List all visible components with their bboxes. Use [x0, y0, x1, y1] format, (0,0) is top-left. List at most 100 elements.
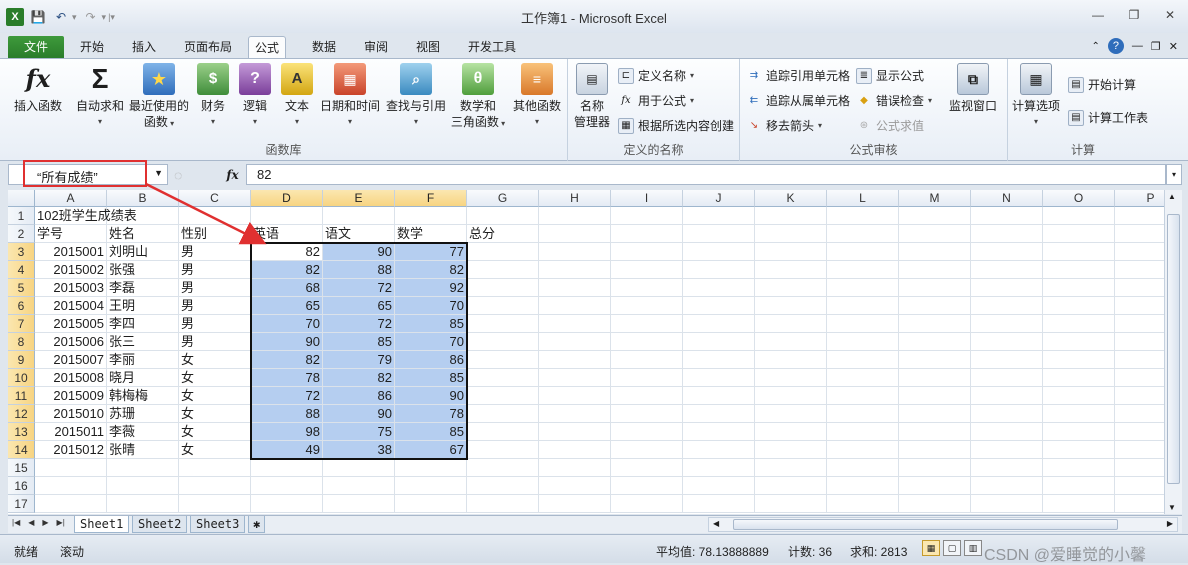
student-id-cell[interactable]: 2015006 — [35, 333, 107, 351]
worksheet-grid[interactable]: ABCDEFGHIJKLMNOP 1 2 3 4 5 6 7 8 9 10 11 12 13 14 15 16… — [8, 190, 1164, 514]
sheet-title-cell[interactable]: 102班学生成绩表 — [35, 207, 137, 225]
financial-button[interactable]: $ 财务 ▾ — [196, 63, 230, 130]
tab-insert[interactable]: 插入 — [126, 36, 162, 58]
insert-function-button[interactable]: fx 插入函数 — [12, 63, 64, 114]
tab-review[interactable]: 审阅 — [358, 36, 394, 58]
grid-cell[interactable] — [611, 441, 683, 459]
grid-cell[interactable] — [899, 351, 971, 369]
horizontal-scrollbar[interactable]: ◀ ▶ — [708, 517, 1178, 532]
grid-cell[interactable] — [683, 333, 755, 351]
grid-cell[interactable] — [1115, 333, 1164, 351]
workbook-restore-icon[interactable]: ❐ — [1151, 40, 1161, 53]
grid-cell[interactable] — [827, 477, 899, 495]
score-cell[interactable]: 78 — [251, 369, 323, 387]
student-id-cell[interactable]: 2015010 — [35, 405, 107, 423]
grid-cell[interactable] — [1115, 207, 1164, 225]
row-header-8[interactable]: 8 — [8, 333, 35, 351]
gender-cell[interactable]: 女 — [179, 369, 251, 387]
gender-cell[interactable]: 男 — [179, 333, 251, 351]
score-cell[interactable]: 72 — [251, 387, 323, 405]
score-cell[interactable]: 68 — [251, 279, 323, 297]
calculate-now-button[interactable]: ▤ 开始计算 — [1068, 76, 1136, 93]
student-name-cell[interactable]: 王明 — [107, 297, 179, 315]
tab-data[interactable]: 数据 — [306, 36, 342, 58]
grid-cell[interactable] — [1043, 477, 1115, 495]
grid-cell[interactable] — [827, 495, 899, 513]
grid-cell[interactable] — [755, 225, 827, 243]
grid-cell[interactable] — [1043, 495, 1115, 513]
column-header-b[interactable]: B — [107, 190, 179, 207]
grid-cell[interactable] — [467, 459, 539, 477]
grid-cell[interactable] — [683, 495, 755, 513]
scroll-down-icon[interactable]: ▼ — [1168, 503, 1176, 512]
tab-home[interactable]: 开始 — [74, 36, 110, 58]
grid-cell[interactable] — [827, 441, 899, 459]
grid-cell[interactable] — [611, 351, 683, 369]
datetime-button[interactable]: ▦ 日期和时间 ▾ — [318, 63, 382, 130]
grid-cell[interactable] — [683, 441, 755, 459]
grid-cell[interactable] — [1043, 351, 1115, 369]
grid-cell[interactable] — [683, 459, 755, 477]
restore-button[interactable]: ❐ — [1122, 6, 1146, 24]
header-cell[interactable]: 数学 — [395, 225, 467, 243]
grid-cell[interactable] — [971, 423, 1043, 441]
grid-cell[interactable] — [539, 459, 611, 477]
score-cell[interactable]: 65 — [323, 297, 395, 315]
prev-sheet-icon[interactable]: ◀ — [28, 518, 34, 527]
grid-cell[interactable] — [755, 243, 827, 261]
gender-cell[interactable]: 男 — [179, 297, 251, 315]
chevron-down-icon[interactable]: ▼ — [154, 168, 163, 178]
grid-cell[interactable] — [827, 351, 899, 369]
grid-cell[interactable] — [899, 333, 971, 351]
score-cell[interactable]: 86 — [395, 351, 467, 369]
student-id-cell[interactable]: 2015007 — [35, 351, 107, 369]
tab-formulas[interactable]: 公式 — [248, 36, 287, 59]
score-cell[interactable]: 90 — [395, 387, 467, 405]
grid-cell[interactable] — [683, 279, 755, 297]
student-id-cell[interactable]: 2015009 — [35, 387, 107, 405]
grid-cell[interactable] — [827, 333, 899, 351]
grid-cell[interactable] — [827, 279, 899, 297]
grid-cell[interactable] — [611, 405, 683, 423]
score-cell[interactable]: 90 — [323, 243, 395, 261]
grid-cell[interactable] — [1043, 387, 1115, 405]
grid-cell[interactable] — [683, 477, 755, 495]
grid-cell[interactable] — [1043, 297, 1115, 315]
grid-cell[interactable] — [107, 459, 179, 477]
trace-precedents-button[interactable]: ⇉ 追踪引用单元格 — [746, 67, 850, 84]
score-cell[interactable]: 78 — [395, 405, 467, 423]
workbook-close-icon[interactable]: ✕ — [1169, 40, 1178, 53]
grid-cell[interactable] — [1115, 225, 1164, 243]
grid-cell[interactable] — [971, 333, 1043, 351]
grid-cell[interactable] — [395, 207, 467, 225]
header-cell[interactable]: 学号 — [35, 225, 107, 243]
student-id-cell[interactable]: 2015004 — [35, 297, 107, 315]
grid-cell[interactable] — [755, 207, 827, 225]
grid-cell[interactable] — [1115, 279, 1164, 297]
grid-cell[interactable] — [467, 351, 539, 369]
row-header-15[interactable]: 15 — [8, 459, 35, 477]
grid-cell[interactable] — [827, 243, 899, 261]
use-in-formula-button[interactable]: fx 用于公式 ▾ — [618, 92, 694, 109]
gender-cell[interactable]: 男 — [179, 279, 251, 297]
grid-cell[interactable] — [827, 387, 899, 405]
grid-cell[interactable] — [755, 405, 827, 423]
grid-cell[interactable] — [611, 369, 683, 387]
grid-cell[interactable] — [467, 315, 539, 333]
row-header-16[interactable]: 16 — [8, 477, 35, 495]
grid-cell[interactable] — [611, 279, 683, 297]
grid-cell[interactable] — [1115, 243, 1164, 261]
define-name-button[interactable]: ⊏ 定义名称 ▾ — [618, 67, 694, 84]
watch-window-button[interactable]: ⧉ 监视窗口 — [946, 63, 1000, 114]
more-functions-button[interactable]: ≡ 其他函数 ▾ — [510, 63, 564, 130]
grid-cell[interactable] — [611, 261, 683, 279]
score-cell[interactable]: 82 — [395, 261, 467, 279]
grid-cell[interactable] — [827, 297, 899, 315]
grid-cell[interactable] — [971, 243, 1043, 261]
gender-cell[interactable]: 女 — [179, 387, 251, 405]
grid-cell[interactable] — [755, 315, 827, 333]
grid-cell[interactable] — [611, 495, 683, 513]
page-layout-view-icon[interactable]: ▢ — [943, 540, 961, 556]
score-cell[interactable]: 72 — [323, 315, 395, 333]
grid-cell[interactable] — [755, 297, 827, 315]
